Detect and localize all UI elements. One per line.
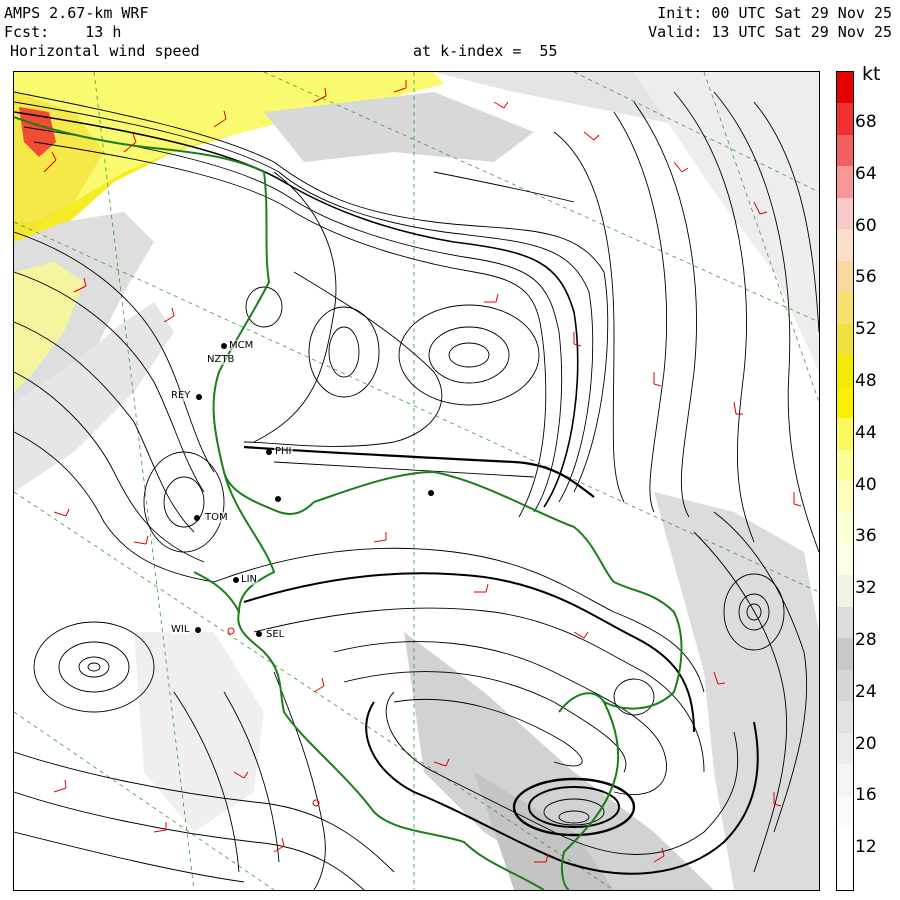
colorbar-segment <box>837 575 853 608</box>
station-circle-marker <box>227 627 235 635</box>
colorbar-segment <box>837 764 853 797</box>
colorbar-segment <box>837 638 853 671</box>
station-dot <box>221 343 227 349</box>
colorbar-tick-label: 12 <box>855 837 877 858</box>
station-dot <box>196 394 202 400</box>
colorbar-segment <box>837 260 853 293</box>
colorbar-segment <box>837 543 853 576</box>
colorbar-tick-label: 52 <box>855 319 877 340</box>
station-dot <box>428 490 434 496</box>
colorbar-segment <box>837 512 853 545</box>
colorbar-segment <box>837 229 853 262</box>
colorbar-segment <box>837 386 853 419</box>
level-label: at k-index = 55 <box>413 42 558 60</box>
colorbar-tick-label: 36 <box>855 526 877 547</box>
colorbar-tick-label: 68 <box>855 112 877 132</box>
colorbar-segment <box>837 292 853 325</box>
colorbar-segment <box>837 701 853 734</box>
colorbar-segment <box>837 669 853 702</box>
colorbar-segment <box>837 323 853 356</box>
colorbar-segment <box>837 858 853 891</box>
colorbar-segment <box>837 418 853 451</box>
station-dot <box>194 515 200 521</box>
station-label-wil: WIL <box>170 624 191 635</box>
valid-time: Valid: 13 UTC Sat 29 Nov 25 <box>648 23 892 41</box>
colorbar <box>836 71 854 891</box>
colorbar-tick-label: 56 <box>855 267 877 288</box>
colorbar-segment <box>837 481 853 513</box>
colorbar-segment <box>837 72 853 104</box>
forecast-hour: Fcst: 13 h <box>4 23 122 41</box>
colorbar-segment <box>837 103 853 136</box>
colorbar-segment <box>837 827 853 860</box>
colorbar-segment <box>837 795 853 828</box>
colorbar-segment <box>837 166 853 199</box>
colorbar-tick-label: 16 <box>855 785 877 806</box>
colorbar-unit: kt <box>862 63 881 85</box>
station-label-lin: LIN <box>240 574 259 585</box>
colorbar-segment <box>837 606 853 639</box>
init-time: Init: 00 UTC Sat 29 Nov 25 <box>657 4 892 22</box>
field-name: Horizontal wind speed <box>10 42 200 60</box>
station-label-sel: SEL <box>265 629 286 640</box>
station-label-nztb: NZTB <box>206 354 236 365</box>
station-label-tom: TOM <box>204 512 229 523</box>
colorbar-segment <box>837 134 853 167</box>
station-label-mcm: MCM <box>228 340 255 351</box>
station-dot <box>195 627 201 633</box>
station-label-phi: PHI <box>274 446 293 457</box>
streamlines <box>14 91 819 890</box>
colorbar-tick-label: 60 <box>855 215 877 236</box>
colorbar-tick-label: 64 <box>855 163 877 184</box>
colorbar-tick-label: 44 <box>855 422 877 443</box>
station-dot <box>266 449 272 455</box>
colorbar-segment <box>837 732 853 765</box>
graticule <box>14 72 819 890</box>
colorbar-tick-label: 20 <box>855 733 877 754</box>
colorbar-segment <box>837 449 853 482</box>
model-title: AMPS 2.67-km WRF <box>4 4 149 22</box>
map-graphic <box>14 72 819 890</box>
station-label-rey: REY <box>170 390 192 401</box>
colorbar-tick-label: 32 <box>855 578 877 599</box>
colorbar-tick-label: 28 <box>855 630 877 650</box>
colorbar-tick-label: 48 <box>855 371 877 391</box>
colorbar-segment <box>837 197 853 230</box>
map-panel: MCM NZTB REY TOM LIN WIL SEL PHI <box>13 71 820 891</box>
colorbar-tick-label: 24 <box>855 681 877 702</box>
station-dot <box>256 631 262 637</box>
colorbar-segment <box>837 355 853 388</box>
station-dot <box>233 577 239 583</box>
station-dot <box>275 496 281 502</box>
wind-speed-shading <box>14 72 819 890</box>
colorbar-tick-label: 40 <box>855 474 877 495</box>
